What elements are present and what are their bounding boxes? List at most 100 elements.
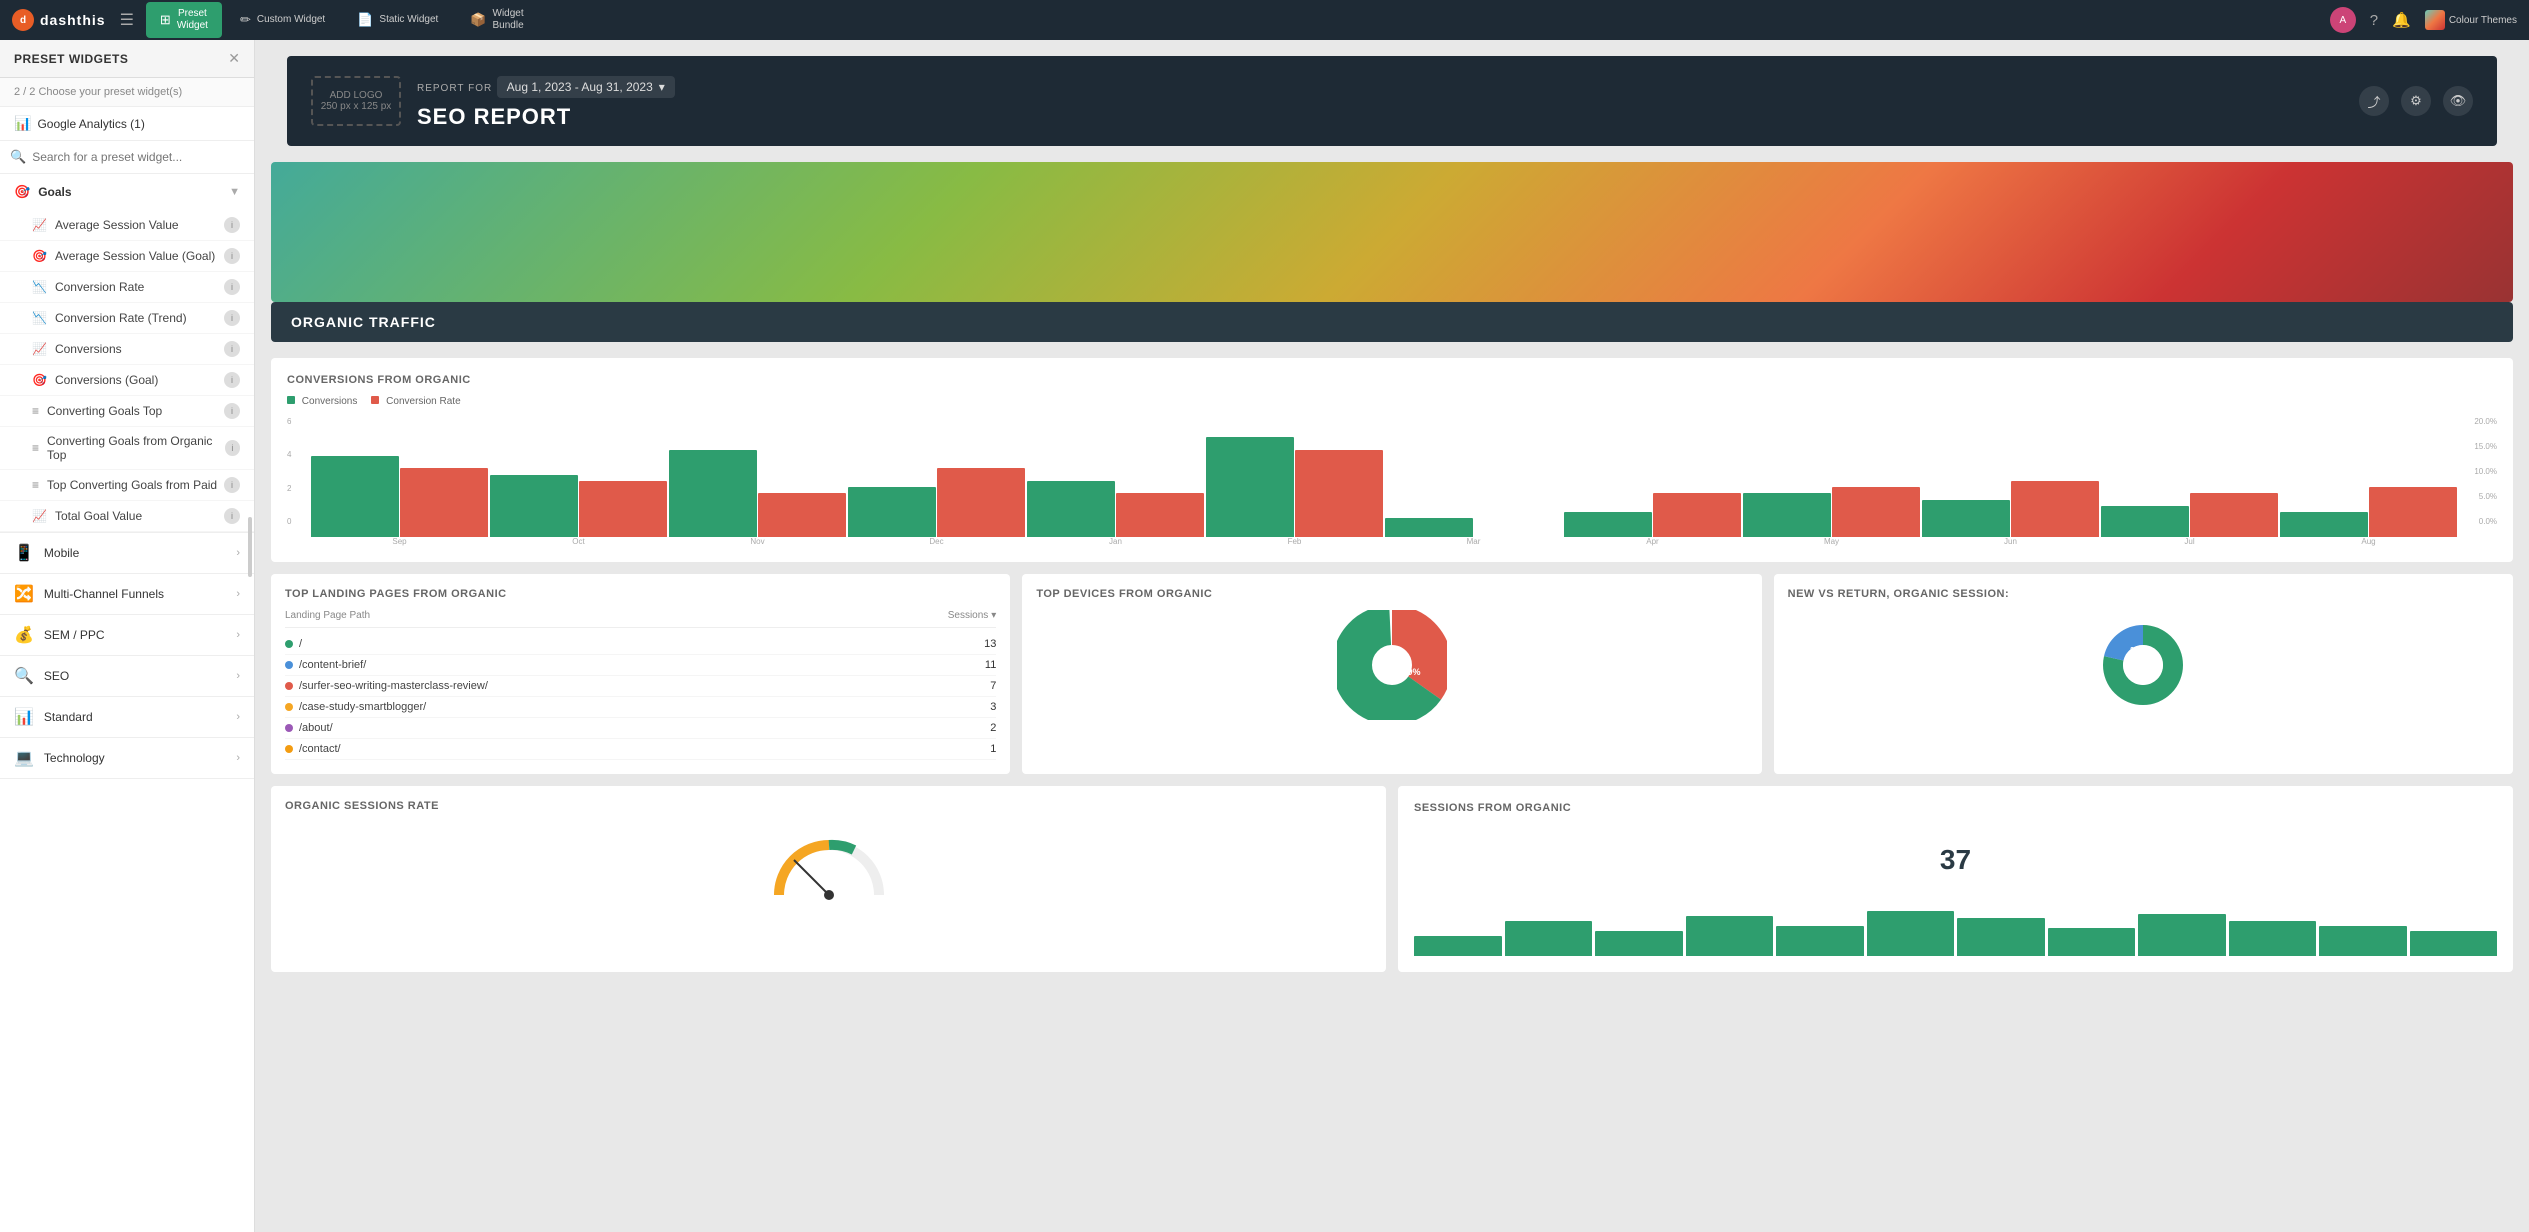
item-conversion-rate-trend[interactable]: 📉 Conversion Rate (Trend) i xyxy=(0,303,254,334)
report-title-area: REPORT FOR Aug 1, 2023 - Aug 31, 2023 ▾ … xyxy=(417,72,2343,130)
logo-placeholder: ADD LOGO 250 px x 125 px xyxy=(311,76,401,126)
tab-preset-widget[interactable]: ⊞ PresetWidget xyxy=(146,2,222,38)
hamburger-menu[interactable]: ☰ xyxy=(120,10,134,30)
x-label: Mar xyxy=(1385,537,1562,546)
mini-bar xyxy=(2229,921,2317,956)
organic-traffic-header: ORGANIC TRAFFIC xyxy=(271,302,2513,342)
bar-green xyxy=(311,456,399,537)
item-avg-session-value[interactable]: 📈 Average Session Value i xyxy=(0,210,254,241)
donut-label-green: 78.2% xyxy=(2130,671,2153,680)
multi-channel-icon: 🔀 xyxy=(14,584,34,604)
notification-icon[interactable]: 🔔 xyxy=(2392,11,2411,29)
x-label: Nov xyxy=(669,537,846,546)
info-icon[interactable]: i xyxy=(225,440,240,456)
color-dot xyxy=(285,640,293,648)
bar-chart xyxy=(311,417,2457,537)
landing-pages-title: TOP LANDING PAGES FROM ORGANIC xyxy=(285,588,996,600)
category-multi-channel[interactable]: 🔀 Multi-Channel Funnels › xyxy=(0,574,254,615)
google-analytics-badge: 📊 Google Analytics (1) xyxy=(0,107,254,141)
report-header-icons: ⤴ ⚙ 👁 xyxy=(2359,86,2473,116)
sessions-value: 37 xyxy=(1414,824,2497,896)
item-total-goal-value[interactable]: 📈 Total Goal Value i xyxy=(0,501,254,532)
share-icon[interactable]: ⤴ xyxy=(2359,86,2389,116)
item-icon: ≡ xyxy=(32,441,39,455)
goals-section-header[interactable]: 🎯 Goals ▼ xyxy=(0,174,254,210)
app-logo[interactable]: d dashthis xyxy=(12,9,106,31)
dropdown-icon: ▾ xyxy=(659,80,665,94)
scrollbar-handle[interactable] xyxy=(248,517,252,577)
tab-static-widget[interactable]: 📄 Static Widget xyxy=(343,6,452,34)
info-icon[interactable]: i xyxy=(224,279,240,295)
info-icon[interactable]: i xyxy=(224,217,240,233)
item-conversions[interactable]: 📈 Conversions i xyxy=(0,334,254,365)
x-label: Jul xyxy=(2101,537,2278,546)
table-row-left: /contact/ xyxy=(285,743,990,755)
category-standard[interactable]: 📊 Standard › xyxy=(0,697,254,738)
bar-green xyxy=(848,487,936,537)
top-devices-widget: TOP DEVICES FROM ORGANIC 35.1% 64.9% xyxy=(1022,574,1761,774)
info-icon[interactable]: i xyxy=(224,403,240,419)
info-icon[interactable]: i xyxy=(224,248,240,264)
pie-label-red: 35.1% xyxy=(1375,652,1401,662)
mini-bar xyxy=(1776,926,1864,956)
sessions-sort[interactable]: Sessions ▾ xyxy=(948,610,997,621)
colour-themes-label: Colour Themes xyxy=(2449,15,2517,26)
tab-widget-bundle[interactable]: 📦 WidgetBundle xyxy=(456,2,537,38)
item-top-converting-goals-paid[interactable]: ≡ Top Converting Goals from Paid i xyxy=(0,470,254,501)
table-header: Landing Page Path Sessions ▾ xyxy=(285,610,996,628)
info-icon[interactable]: i xyxy=(224,477,240,493)
help-icon[interactable]: ? xyxy=(2370,12,2378,29)
item-icon: 🎯 xyxy=(32,373,47,387)
bar-red xyxy=(400,468,488,537)
table-row-left: /case-study-smartblogger/ xyxy=(285,701,990,713)
color-dot xyxy=(285,661,293,669)
view-icon[interactable]: 👁 xyxy=(2443,86,2473,116)
preset-label: PresetWidget xyxy=(177,8,208,32)
item-avg-session-value-goal[interactable]: 🎯 Average Session Value (Goal) i xyxy=(0,241,254,272)
item-top-converting-goals[interactable]: ≡ Converting Goals Top i xyxy=(0,396,254,427)
page-path: /content-brief/ xyxy=(299,659,366,671)
x-label: Apr xyxy=(1564,537,1741,546)
item-top-converting-goals-organic[interactable]: ≡ Converting Goals from Organic Top i xyxy=(0,427,254,470)
category-mobile[interactable]: 📱 Mobile › xyxy=(0,533,254,574)
item-conversions-goal[interactable]: 🎯 Conversions (Goal) i xyxy=(0,365,254,396)
sidebar-header: PRESET WIDGETS ✕ xyxy=(0,40,254,78)
table-row-left: /surfer-seo-writing-masterclass-review/ xyxy=(285,680,990,692)
bar-group xyxy=(848,468,1025,537)
new-vs-return-donut: 21.8% 78.2% xyxy=(2088,610,2198,720)
avatar[interactable]: A xyxy=(2330,7,2356,33)
landing-pages-rows: / 13 /content-brief/ 11 /surfer-seo-writ… xyxy=(285,634,996,760)
info-icon[interactable]: i xyxy=(224,310,240,326)
item-icon: 📈 xyxy=(32,509,47,523)
sort-icon: ▾ xyxy=(991,610,996,621)
seo-chevron: › xyxy=(236,670,240,682)
new-vs-return-widget: NEW VS RETURN, ORGANIC SESSION: 21.8% 78… xyxy=(1774,574,2513,774)
colour-themes-button[interactable]: Colour Themes xyxy=(2425,10,2517,30)
close-button[interactable]: ✕ xyxy=(228,50,240,67)
category-seo[interactable]: 🔍 SEO › xyxy=(0,656,254,697)
info-icon[interactable]: i xyxy=(224,508,240,524)
pie-label-green: 64.9% xyxy=(1395,667,1421,677)
info-icon[interactable]: i xyxy=(224,372,240,388)
settings-icon[interactable]: ⚙ xyxy=(2401,86,2431,116)
three-col-section: TOP LANDING PAGES FROM ORGANIC Landing P… xyxy=(271,574,2513,774)
search-input[interactable] xyxy=(32,150,244,164)
x-label: Aug xyxy=(2280,537,2457,546)
nav-right-section: A ? 🔔 Colour Themes xyxy=(2330,7,2517,33)
custom-label: Custom Widget xyxy=(257,14,325,26)
table-row: /content-brief/ 11 xyxy=(285,655,996,676)
bar-green xyxy=(669,450,757,538)
item-conversion-rate[interactable]: 📉 Conversion Rate i xyxy=(0,272,254,303)
sessions-value: 13 xyxy=(984,638,996,650)
main-layout: PRESET WIDGETS ✕ 2 / 2 Choose your prese… xyxy=(0,40,2529,1232)
bundle-icon: 📦 xyxy=(470,12,486,28)
tab-custom-widget[interactable]: ✏ Custom Widget xyxy=(226,6,339,34)
new-vs-return-title: NEW VS RETURN, ORGANIC SESSION: xyxy=(1788,588,2009,600)
table-row: /about/ 2 xyxy=(285,718,996,739)
color-dot xyxy=(285,745,293,753)
top-devices-pie: 35.1% 64.9% xyxy=(1337,610,1447,720)
category-sem-ppc[interactable]: 💰 SEM / PPC › xyxy=(0,615,254,656)
category-technology[interactable]: 💻 Technology › xyxy=(0,738,254,779)
date-selector[interactable]: Aug 1, 2023 - Aug 31, 2023 ▾ xyxy=(497,76,675,98)
info-icon[interactable]: i xyxy=(224,341,240,357)
